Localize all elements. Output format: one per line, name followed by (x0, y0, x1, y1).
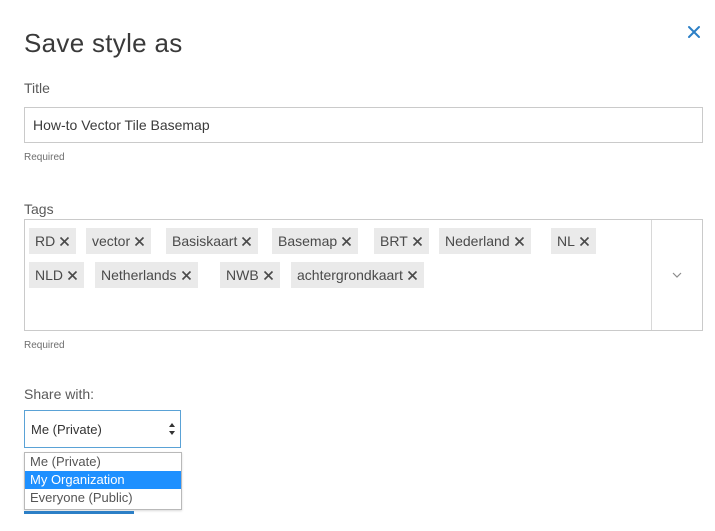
share-option-private[interactable]: Me (Private) (25, 453, 181, 471)
x-icon (412, 236, 422, 246)
share-selected-value: Me (Private) (31, 421, 102, 437)
x-icon (579, 236, 589, 246)
remove-tag-button[interactable] (341, 236, 352, 247)
x-icon (263, 270, 273, 280)
tag-label: NLD (35, 267, 64, 283)
remove-tag-button[interactable] (407, 270, 418, 281)
x-icon (67, 270, 78, 280)
tag-chip: achtergrondkaart (291, 262, 424, 288)
focus-indicator (24, 511, 134, 514)
tags-label: Tags (24, 201, 54, 217)
tag-chip: Basiskaart (166, 228, 259, 254)
tag-chip: vector (86, 228, 152, 254)
tag-chip: RD (29, 228, 77, 254)
tags-list: RD vector Basiskaart Basemap BRT Nederla… (25, 220, 651, 330)
tag-label: NWB (226, 267, 259, 283)
remove-tag-button[interactable] (67, 270, 78, 281)
tag-chip: BRT (374, 228, 429, 254)
up-down-arrows-icon (169, 423, 175, 435)
remove-tag-button[interactable] (579, 236, 590, 247)
tag-label: Netherlands (101, 267, 177, 283)
tag-chip: NWB (220, 262, 280, 288)
remove-tag-button[interactable] (263, 270, 274, 281)
tag-label: Nederland (445, 233, 510, 249)
tag-chip: NL (551, 228, 596, 254)
tag-label: vector (92, 233, 131, 249)
dialog-title: Save style as (24, 28, 183, 58)
share-option-organization[interactable]: My Organization (25, 471, 181, 489)
tag-label: NL (557, 233, 575, 249)
share-options-list: Me (Private) My Organization Everyone (P… (24, 452, 182, 510)
remove-tag-button[interactable] (241, 236, 252, 247)
title-label: Title (24, 80, 50, 96)
x-icon (242, 236, 252, 246)
close-icon (688, 26, 700, 38)
remove-tag-button[interactable] (181, 270, 192, 281)
title-required-hint: Required (24, 152, 65, 163)
x-icon (135, 236, 145, 246)
chevron-down-icon (672, 272, 682, 278)
tag-chip: Netherlands (95, 262, 198, 288)
title-input[interactable] (24, 107, 703, 143)
share-select[interactable]: Me (Private) (24, 410, 181, 448)
x-icon (181, 270, 191, 280)
tag-label: achtergrondkaart (297, 267, 403, 283)
x-icon (407, 270, 417, 280)
tags-dropdown-toggle[interactable] (652, 220, 702, 330)
x-icon (514, 236, 524, 246)
share-label: Share with: (24, 386, 95, 402)
tag-label: Basemap (278, 233, 338, 249)
tag-label: Basiskaart (172, 233, 238, 249)
x-icon (342, 236, 352, 246)
tag-label: RD (35, 233, 56, 249)
tags-input[interactable]: RD vector Basiskaart Basemap BRT Nederla… (24, 219, 703, 331)
tags-required-hint: Required (24, 340, 65, 351)
tag-chip: Basemap (272, 228, 359, 254)
x-icon (60, 236, 70, 246)
tag-label: BRT (380, 233, 408, 249)
remove-tag-button[interactable] (59, 236, 70, 247)
remove-tag-button[interactable] (412, 236, 423, 247)
share-option-public[interactable]: Everyone (Public) (25, 489, 181, 507)
tag-chip: NLD (29, 262, 85, 288)
tag-chip: Nederland (439, 228, 531, 254)
remove-tag-button[interactable] (514, 236, 525, 247)
remove-tag-button[interactable] (134, 236, 145, 247)
close-button[interactable] (684, 22, 704, 42)
save-style-dialog: Save style as Title Required Tags RD vec… (0, 0, 715, 531)
